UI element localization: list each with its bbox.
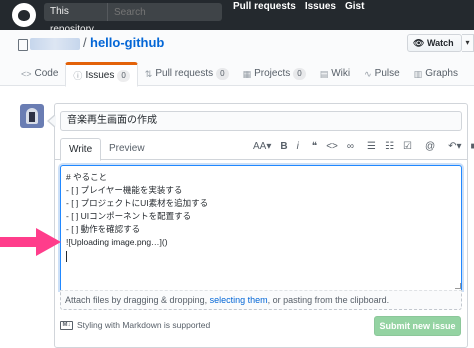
projects-counter: 0 <box>293 68 306 80</box>
markdown-toolbar: AA▾ B i ❝ <> ∞ ☰ ☷ ☑ @ ↶▾ ■ <box>253 139 474 155</box>
global-header: This repository Pull requests Issues Gis… <box>0 0 474 35</box>
tab-label: Graphs <box>425 68 458 79</box>
pull-requests-counter: 0 <box>216 68 229 80</box>
top-nav: Pull requests Issues Gist <box>233 0 364 24</box>
code-icon[interactable]: <> <box>326 139 338 155</box>
tab-label: Wiki <box>331 68 351 79</box>
quote-icon[interactable]: ❝ <box>312 139 317 155</box>
watch-button[interactable]: 👁 Watch <box>407 34 462 52</box>
tab-write[interactable]: Write <box>60 138 102 161</box>
tab-pulse[interactable]: ∿ Pulse <box>357 62 407 86</box>
search-input[interactable] <box>114 3 214 21</box>
tab-code[interactable]: <> Code <box>14 62 65 86</box>
tab-pull-requests[interactable]: ⇅ Pull requests 0 <box>138 62 236 86</box>
body-line: ![Uploading image.png…]() <box>66 237 168 247</box>
tab-label: Issues <box>85 69 115 81</box>
markdown-icon: M↓ <box>60 320 73 330</box>
repo-icon <box>18 39 28 51</box>
search-box[interactable]: This repository <box>44 3 222 35</box>
github-logo-icon[interactable] <box>12 3 36 27</box>
nav-gist[interactable]: Gist <box>345 0 364 24</box>
annotation-arrow-icon <box>0 228 61 256</box>
graph-icon: ▥ <box>413 69 423 79</box>
italic-icon[interactable]: i <box>297 139 299 155</box>
select-files-link[interactable]: selecting them <box>210 295 268 305</box>
task-list-icon[interactable]: ☑ <box>403 139 412 155</box>
tab-graphs[interactable]: ▥ Graphs <box>407 62 465 86</box>
tab-issues[interactable]: ⓘ Issues 0 <box>65 62 138 87</box>
tab-projects[interactable]: ▦ Projects 0 <box>236 62 313 86</box>
project-icon: ▦ <box>242 69 252 79</box>
submit-new-issue-button[interactable]: Submit new issue <box>374 316 461 336</box>
body-line: - [ ] 動作を確認する <box>66 224 141 234</box>
pull-request-icon: ⇅ <box>144 69 153 79</box>
bold-icon[interactable]: B <box>280 139 287 155</box>
repo-name-link[interactable]: hello-github <box>90 35 164 50</box>
tab-wiki[interactable]: ▤ Wiki <box>313 62 357 86</box>
saved-reply-icon[interactable]: ↶▾ <box>448 139 461 155</box>
unordered-list-icon[interactable]: ☰ <box>367 139 376 155</box>
book-icon: ▤ <box>319 69 329 79</box>
tab-label: Projects <box>254 68 291 79</box>
issue-icon: ⓘ <box>73 70 83 81</box>
eye-icon: 👁 <box>413 38 425 48</box>
markdown-note-link[interactable]: Styling with Markdown is supported <box>77 320 210 330</box>
tab-label: Pull requests <box>155 68 214 79</box>
link-icon[interactable]: ∞ <box>347 139 354 155</box>
pulse-icon: ∿ <box>364 69 372 79</box>
tab-label: Pulse <box>374 68 400 79</box>
nav-issues[interactable]: Issues <box>305 0 336 24</box>
repo-path-separator: / <box>83 35 87 50</box>
attach-files-bar[interactable]: Attach files by dragging & dropping, sel… <box>60 290 462 310</box>
repo-owner-redacted[interactable] <box>30 38 80 50</box>
body-line: - [ ] プレイヤー機能を実装する <box>66 185 183 195</box>
repo-tabs: <> Code ⓘ Issues 0 ⇅ Pull requests 0 ▦ P… <box>14 62 465 87</box>
ordered-list-icon[interactable]: ☷ <box>385 139 394 155</box>
user-avatar[interactable] <box>20 104 44 128</box>
body-line: - [ ] UIコンポーネントを配置する <box>66 211 192 221</box>
attach-suffix: , or pasting from the clipboard. <box>267 295 390 305</box>
markdown-note: M↓ Styling with Markdown is supported <box>60 320 210 330</box>
tab-label: Code <box>34 68 59 79</box>
bookmark-icon[interactable]: ■ <box>471 139 474 155</box>
tab-preview[interactable]: Preview <box>101 138 153 161</box>
attach-prefix: Attach files by dragging & dropping, <box>65 295 210 305</box>
issue-body-textarea[interactable]: # やること - [ ] プレイヤー機能を実装する - [ ] プロジェクトにU… <box>60 165 462 290</box>
repo-header: / hello-github 👁 Watch ▾ <> Code ⓘ Issue… <box>0 30 474 87</box>
nav-pull-requests[interactable]: Pull requests <box>233 0 296 24</box>
watch-dropdown-caret[interactable]: ▾ <box>462 34 474 52</box>
issues-counter: 0 <box>117 69 130 82</box>
code-icon: <> <box>21 69 32 79</box>
mention-icon[interactable]: @ <box>425 139 435 155</box>
issue-title-input[interactable]: 音楽再生画面の作成 <box>60 111 462 131</box>
heading-icon[interactable]: AA▾ <box>253 139 271 155</box>
watch-label: Watch <box>426 38 454 48</box>
textarea-resize-handle[interactable] <box>455 283 461 289</box>
body-line: - [ ] プロジェクトにUI素材を追加する <box>66 198 209 208</box>
text-cursor <box>66 251 67 262</box>
body-line: # やること <box>66 172 108 182</box>
search-scope-label: This repository <box>44 3 108 35</box>
